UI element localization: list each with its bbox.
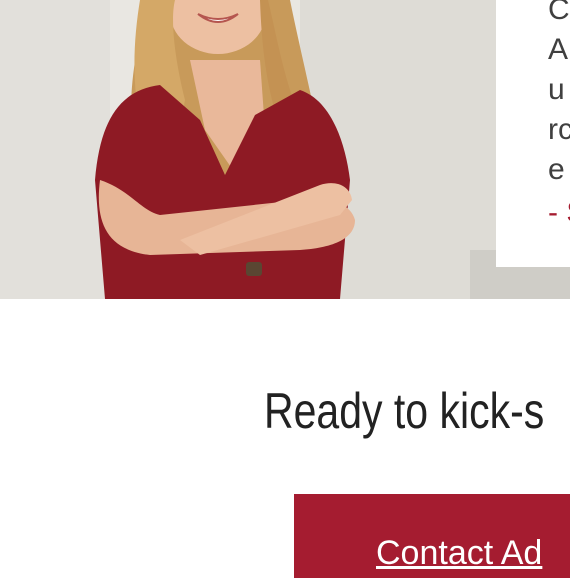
contact-button-label[interactable]: Contact Ad [376,534,542,573]
woman-portrait-photo [0,0,570,299]
contact-button[interactable]: Contact Ad [294,494,570,578]
testimonial-card: C A u rc e - S [496,0,570,267]
hero-section: C A u rc e - S [0,0,570,299]
quote-line: A [548,33,569,66]
cta-heading: Ready to kick-s [264,383,545,439]
testimonial-author: - S [548,196,570,229]
testimonial-quote: C A u rc e [548,0,570,190]
quote-line: C [548,0,570,26]
quote-line: e [548,153,565,186]
quote-line: rc [548,113,570,146]
quote-line: u [548,73,565,106]
